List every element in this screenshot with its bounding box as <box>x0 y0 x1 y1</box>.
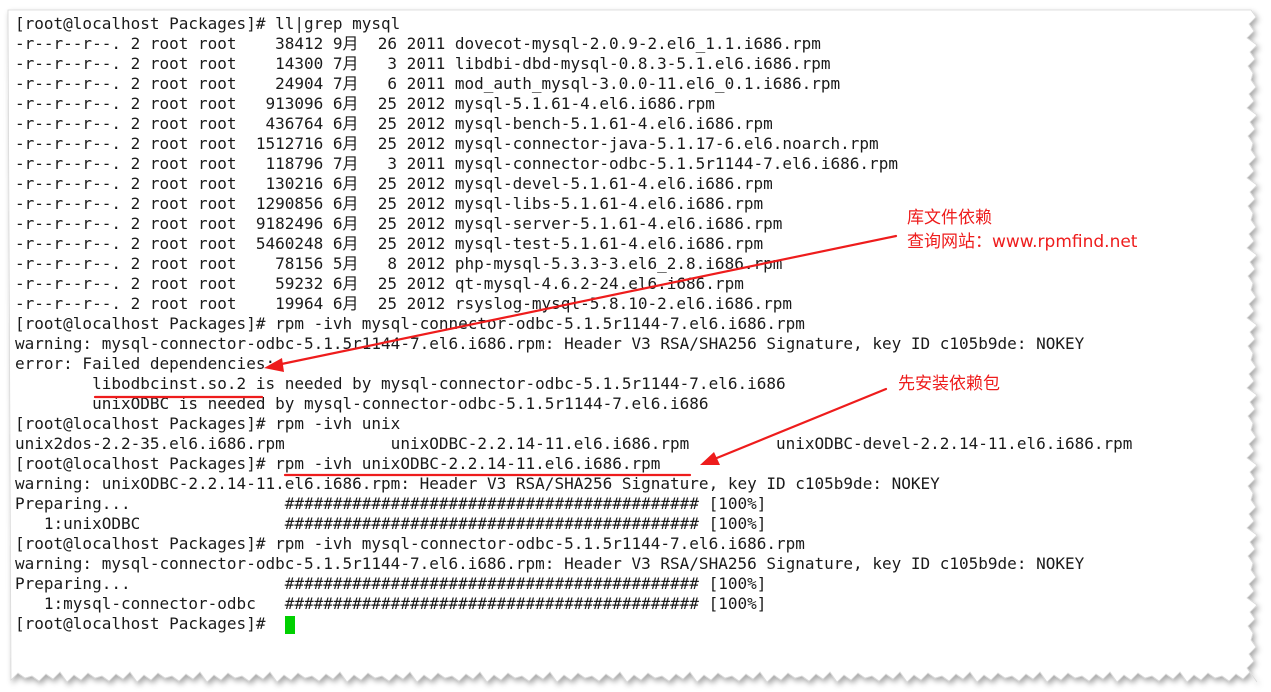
terminal-line: -r--r--r--. 2 root root 1290856 6月 25 20… <box>15 194 764 213</box>
terminal-line: Preparing... ###########################… <box>15 574 767 593</box>
terminal-line: 1:mysql-connector-odbc #################… <box>15 594 767 613</box>
annotation-install-first: 先安装依赖包 <box>898 374 1000 394</box>
annotation-lib-dependency: 库文件依赖 <box>907 208 992 228</box>
terminal-line: -r--r--r--. 2 root root 14300 7月 3 2011 … <box>15 54 831 73</box>
terminal-line: -r--r--r--. 2 root root 1512716 6月 25 20… <box>15 134 879 153</box>
terminal-line: -r--r--r--. 2 root root 436764 6月 25 201… <box>15 114 773 133</box>
terminal-line: -r--r--r--. 2 root root 78156 5月 8 2012 … <box>15 254 783 273</box>
terminal-line: [root@localhost Packages]# ll|grep mysql <box>15 14 401 33</box>
terminal-line: -r--r--r--. 2 root root 5460248 6月 25 20… <box>15 234 764 253</box>
terminal-line: -r--r--r--. 2 root root 19964 6月 25 2012… <box>15 294 792 313</box>
terminal-line: [root@localhost Packages]# rpm -ivh unix… <box>15 454 661 473</box>
terminal-line: [root@localhost Packages]# rpm -ivh unix <box>15 414 401 433</box>
terminal-line: warning: mysql-connector-odbc-5.1.5r1144… <box>15 334 1085 353</box>
annotation-rpmfind-site: 查询网站：www.rpmfind.net <box>907 232 1138 252</box>
terminal-line: warning: mysql-connector-odbc-5.1.5r1144… <box>15 554 1085 573</box>
terminal-line: -r--r--r--. 2 root root 118796 7月 3 2011… <box>15 154 898 173</box>
terminal-line: -r--r--r--. 2 root root 130216 6月 25 201… <box>15 174 773 193</box>
terminal-line: 1:unixODBC #############################… <box>15 514 767 533</box>
terminal-line: [root@localhost Packages]# rpm -ivh mysq… <box>15 534 805 553</box>
terminal-line: warning: unixODBC-2.2.14-11.el6.i686.rpm… <box>15 474 940 493</box>
terminal-line: -r--r--r--. 2 root root 913096 6月 25 201… <box>15 94 715 113</box>
terminal-prompt: [root@localhost Packages]# <box>15 614 276 633</box>
terminal-line: unix2dos-2.2-35.el6.i686.rpm unixODBC-2.… <box>15 434 1133 453</box>
terminal-line: -r--r--r--. 2 root root 9182496 6月 25 20… <box>15 214 783 233</box>
terminal-window[interactable]: [root@localhost Packages]# ll|grep mysql… <box>10 12 1255 670</box>
terminal-line: -r--r--r--. 2 root root 38412 9月 26 2011… <box>15 34 821 53</box>
terminal-line: -r--r--r--. 2 root root 24904 7月 6 2011 … <box>15 74 841 93</box>
terminal-line: [root@localhost Packages]# rpm -ivh mysq… <box>15 314 805 333</box>
terminal-line: unixODBC is needed by mysql-connector-od… <box>15 394 709 413</box>
terminal-cursor[interactable] <box>285 616 295 634</box>
terminal-line: Preparing... ###########################… <box>15 494 767 513</box>
terminal-line: error: Failed dependencies: <box>15 354 276 373</box>
terminal-line: -r--r--r--. 2 root root 59232 6月 25 2012… <box>15 274 744 293</box>
terminal-line: libodbcinst.so.2 is needed by mysql-conn… <box>15 374 786 393</box>
